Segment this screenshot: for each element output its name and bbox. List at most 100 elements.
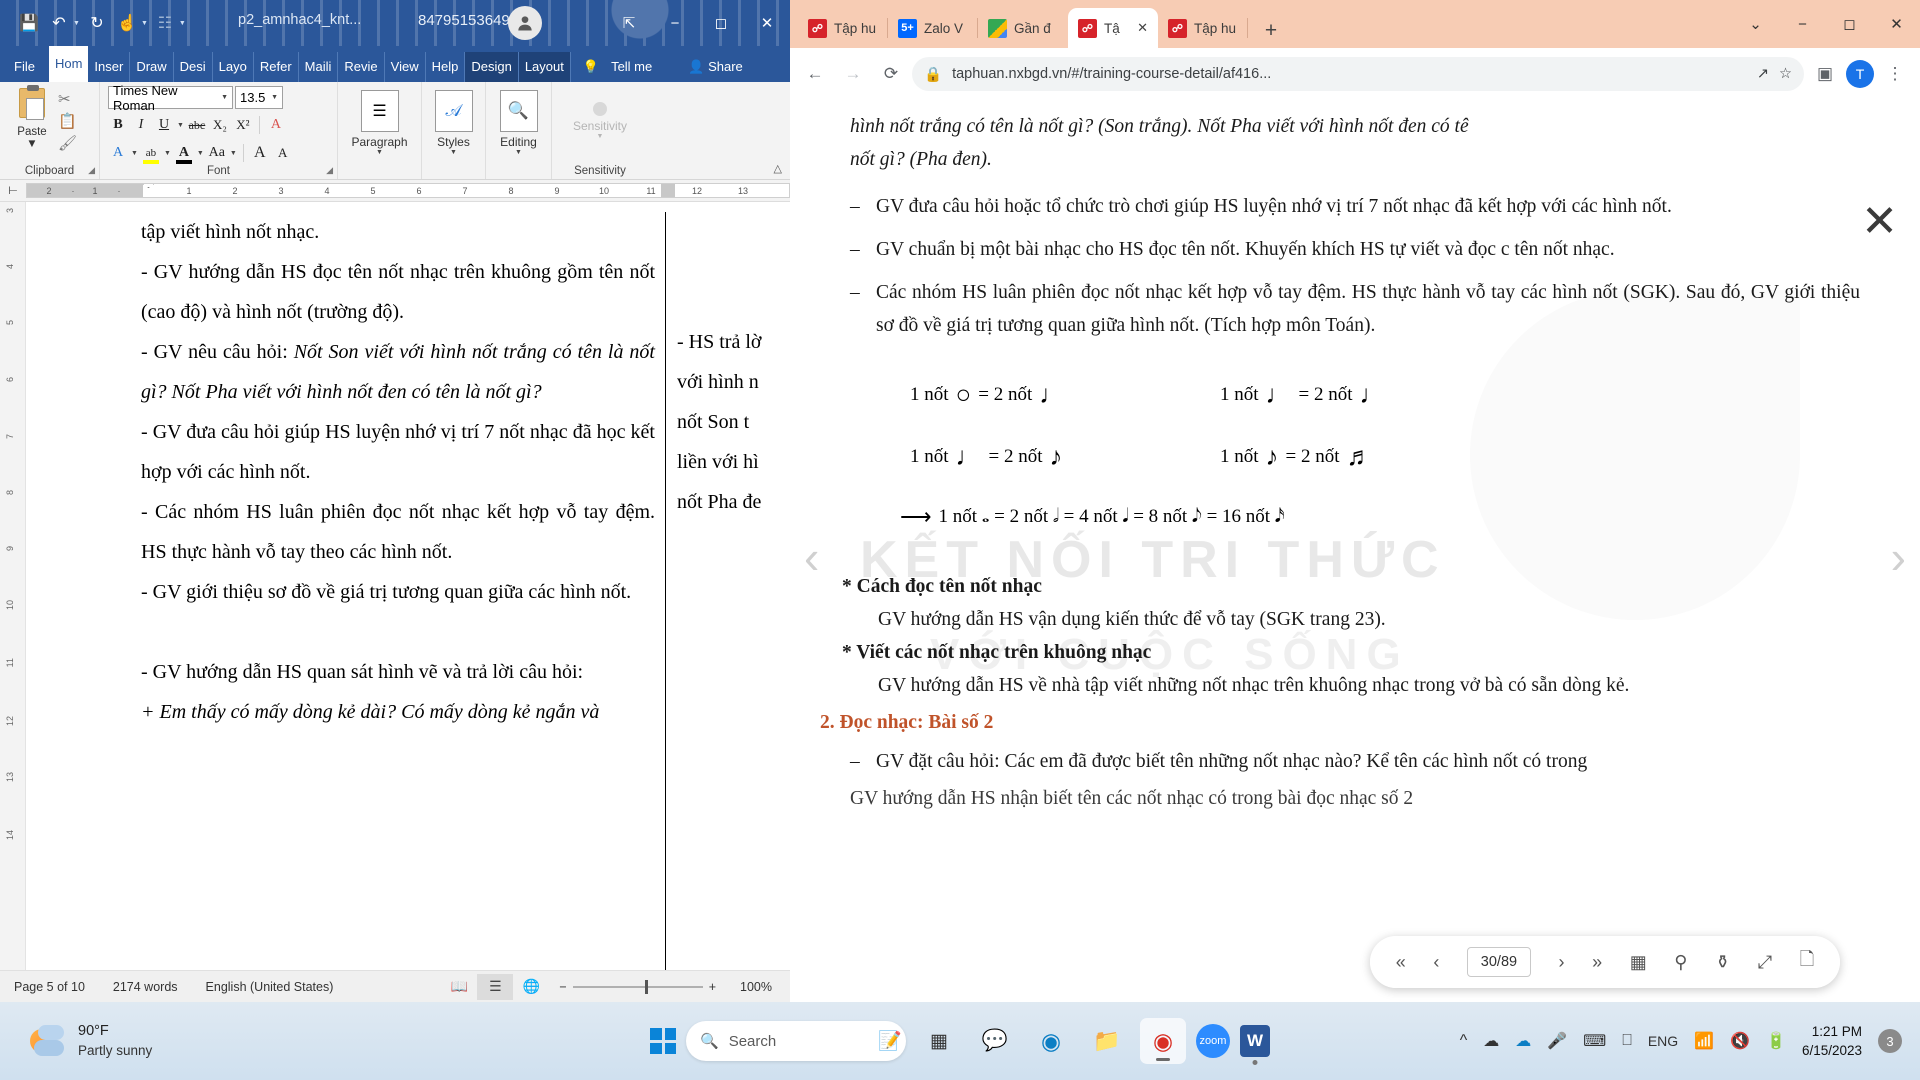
customize-icon[interactable]: ☷ [152,9,178,37]
tab-review[interactable]: Revie [338,52,385,82]
share-button[interactable]: 👤 Share [682,52,749,82]
maximize-button[interactable]: ◻ [698,0,744,46]
tell-me-label[interactable]: Tell me [605,52,658,82]
sensitivity-button[interactable]: Sensitivity ▼ [562,86,638,140]
word-icon[interactable]: W [1240,1025,1270,1065]
chevron-right-icon[interactable]: › [1891,530,1906,584]
paragraph-button[interactable]: ☰ Paragraph ▼ [342,86,418,156]
font-color-icon[interactable]: A [174,142,194,164]
superscript-button[interactable]: X² [233,114,253,136]
font-size-input[interactable]: 13.5 ▼ [235,86,283,109]
styles-dropdown-icon[interactable]: ▼ [450,149,457,156]
star-icon[interactable]: ☆ [1779,66,1792,82]
quick-access-toolbar[interactable]: 💾 ↶ ▼ ↻ ☝ ▼ ☷ ▼ [16,0,186,46]
tab-home[interactable]: Hom [48,46,89,82]
windows-start-icon[interactable] [650,1028,676,1054]
language-indicator[interactable]: English (United States) [192,980,348,994]
undo-icon[interactable]: ↶ [46,9,72,37]
font-name-input[interactable]: Times New Roman ▼ [108,83,233,113]
pdf-toolbar[interactable]: « ‹ 30/89 › » ▦ ⚲ ⚱ ⤢ 🗋 [1370,936,1840,988]
cloud-icon[interactable]: ☁ [1515,1031,1531,1051]
microphone-icon[interactable]: 🎤 [1547,1031,1567,1051]
teams-icon[interactable]: 💬 [972,1018,1018,1064]
copy-icon[interactable]: 📋 [58,112,77,131]
bold-button[interactable]: B [108,114,128,136]
font-dialog-launcher[interactable]: ◢ [326,165,333,176]
notification-badge[interactable]: 3 [1878,1029,1902,1053]
text-effects-icon[interactable]: A [108,142,128,164]
styles-button[interactable]: 𝒜 Styles ▼ [426,86,482,156]
touchpad-icon[interactable]: ⎕ [1622,1032,1632,1050]
file-explorer-icon[interactable]: 📁 [1084,1018,1130,1064]
language-indicator[interactable]: ENG [1648,1033,1678,1049]
forward-icon[interactable]: → [836,57,870,91]
thumbnail-view-icon[interactable]: ▦ [1630,952,1647,973]
tab-design[interactable]: Desi [174,52,213,82]
font-color-dropdown-icon[interactable]: ▼ [197,150,204,157]
weather-widget[interactable]: 90°F Partly sunny [28,1022,152,1060]
tell-me-icon[interactable]: 💡 [571,52,605,82]
qat-more-icon[interactable]: ▼ [179,20,186,27]
pdf-viewer[interactable]: KẾT NỐI TRI THỨC VỚI CUỘC SỐNG ✕ ‹ › hìn… [790,100,1920,1002]
clear-formatting-icon[interactable]: A [266,114,286,136]
tab-view[interactable]: View [385,52,426,82]
paste-button[interactable]: Paste ▼ [8,85,56,153]
text-effects-dropdown-icon[interactable]: ▼ [131,150,138,157]
first-line-indent-marker[interactable] [143,184,154,188]
keyboard-icon[interactable]: ⌨ [1583,1031,1606,1051]
chrome-close-button[interactable]: ✕ [1873,0,1920,48]
three-dot-menu-icon[interactable]: ⋮ [1878,57,1912,91]
chevron-left-icon[interactable]: ‹ [804,530,819,584]
onedrive-icon[interactable]: ☁ [1483,1031,1499,1051]
first-page-icon[interactable]: « [1396,952,1406,973]
print-layout-icon[interactable]: ☰ [477,973,514,1000]
zoom-in-button[interactable]: + [709,980,716,994]
edge-icon[interactable]: ◉ [1028,1018,1074,1064]
zoom-in-icon[interactable]: ⚲ [1674,952,1687,973]
tab-references[interactable]: Refer [254,52,299,82]
browser-tab-3[interactable]: Gần đ [978,8,1068,48]
change-case-icon[interactable]: Aa [207,142,227,164]
format-painter-icon[interactable]: 🖌 [58,134,77,153]
single-page-icon[interactable]: 🗋 [1800,947,1814,977]
close-icon[interactable]: ✕ [1861,196,1898,247]
paste-dropdown-icon[interactable]: ▼ [26,138,37,150]
ribbon-tabs[interactable]: File Hom Inser Draw Desi Layo Refer Mail… [0,46,790,82]
font-size-dropdown-icon[interactable]: ▼ [271,94,278,101]
page-indicator[interactable]: 30/89 [1466,947,1531,977]
italic-button[interactable]: I [131,114,151,136]
shrink-font-icon[interactable]: A [273,142,293,164]
zoom-out-icon[interactable]: ⚱ [1715,952,1730,973]
side-panel-icon[interactable]: ▣ [1808,57,1842,91]
table-cell-left[interactable]: tập viết hình nốt nhạc. - GV hướng dẫn H… [141,212,661,732]
new-tab-button[interactable]: + [1254,14,1288,48]
chrome-window-controls[interactable]: ⌄ − ◻ ✕ [1732,0,1920,48]
tab-layout[interactable]: Layo [213,52,254,82]
grow-font-icon[interactable]: A [250,142,270,164]
volume-muted-icon[interactable]: 🔇 [1730,1031,1750,1051]
save-icon[interactable]: 💾 [16,9,42,37]
close-tab-icon[interactable]: ✕ [1137,20,1148,36]
collapse-ribbon-icon[interactable]: △ [774,162,782,175]
tab-file[interactable]: File [0,52,49,82]
strikethrough-button[interactable]: abc [187,114,207,136]
battery-icon[interactable]: 🔋 [1766,1031,1786,1051]
tab-stop-selector[interactable]: ⊢ [0,180,26,202]
share-icon[interactable]: ↗ [1757,66,1769,82]
zoom-track[interactable] [572,979,703,994]
view-buttons[interactable]: 📖 ☰ 🌐 − + 100% [441,973,790,1000]
profile-avatar[interactable]: T [1846,60,1874,88]
browser-tab-2[interactable]: 5+ Zalo V [888,8,978,48]
underline-button[interactable]: U [154,114,174,136]
show-hidden-icons-icon[interactable]: ^ [1460,1032,1468,1050]
horizontal-ruler[interactable]: ⊢ 2 1 · · 1 2 3 4 5 6 7 8 9 10 11 12 13 [0,180,790,202]
sensitivity-dropdown-icon[interactable]: ▼ [597,133,604,140]
wifi-icon[interactable]: 📶 [1694,1031,1714,1051]
tab-mailings[interactable]: Maili [299,52,339,82]
previous-page-icon[interactable]: ‹ [1433,952,1439,973]
zoom-level[interactable]: 100% [726,980,790,994]
avatar[interactable] [508,6,542,40]
clipboard-dialog-launcher[interactable]: ◢ [88,165,95,176]
chevron-down-icon[interactable]: ⌄ [1732,0,1779,48]
zoom-knob[interactable] [644,979,648,994]
